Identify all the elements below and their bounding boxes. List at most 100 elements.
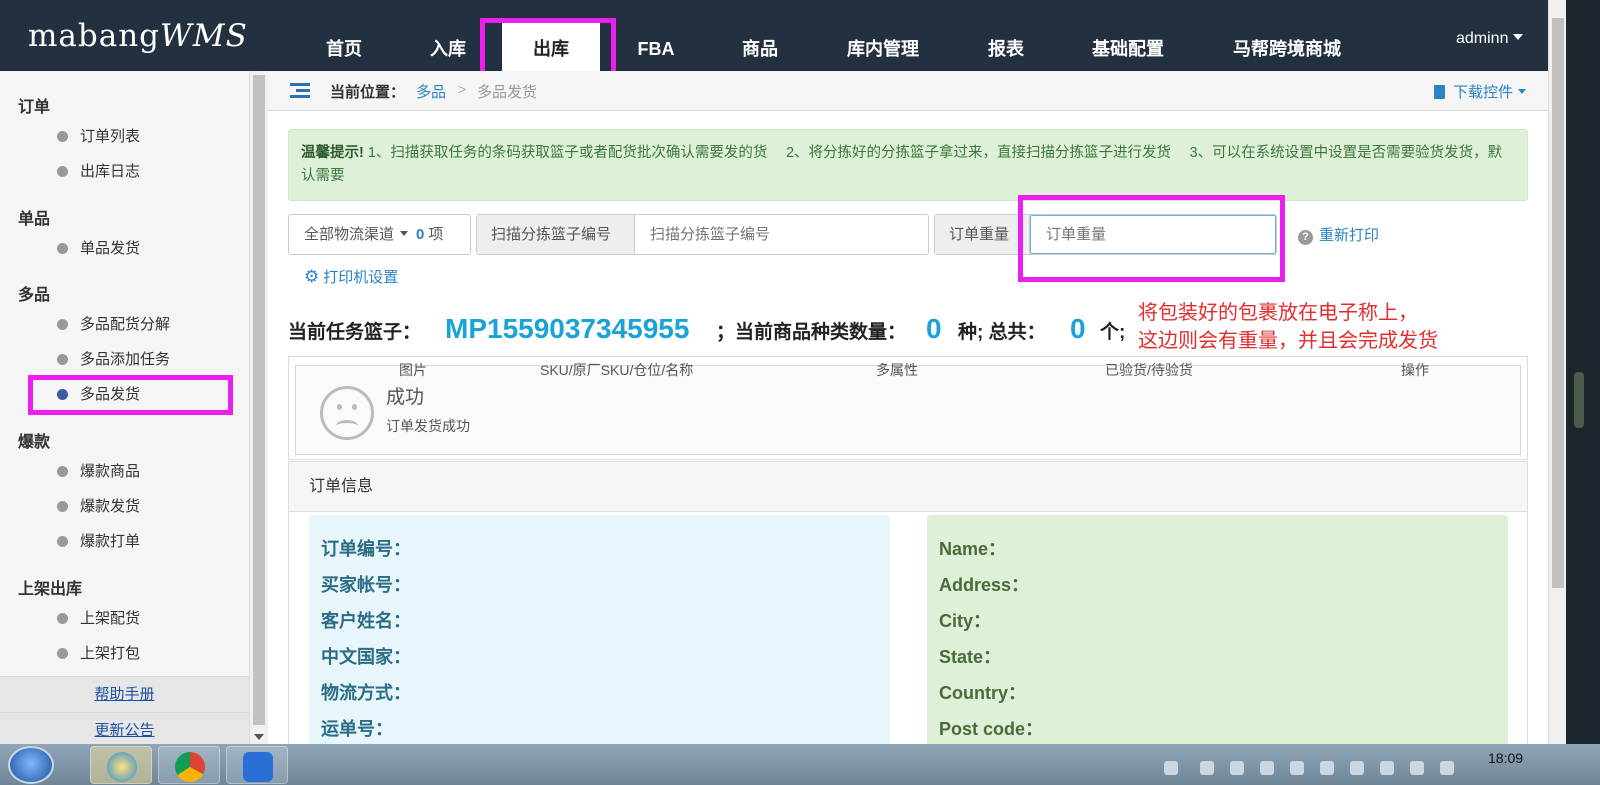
field-name: Name： (939, 539, 1007, 559)
sidebar-item-shelf-pick[interactable]: 上架配货 (0, 601, 249, 636)
tip-text: 1、扫描获取任务的条码获取篮子或者配货批次确认需要发的货 2、将分拣好的分拣篮子… (301, 145, 1503, 184)
task-total-value: 0 (1070, 313, 1086, 344)
logistics-channel-select[interactable]: 全部物流渠道 0 项 (288, 214, 471, 255)
start-button-icon[interactable] (8, 746, 54, 784)
page-scrollbar[interactable] (1548, 0, 1566, 744)
order-info-panel: 订单信息 订单编号： 买家帐号： 客户姓名： 中文国家： 物流方式： 运单号： … (288, 461, 1528, 745)
main-content: 当前位置： 多品 > 多品发货 下载控件 温馨提示! 1、扫描获取任务的条码获取… (268, 71, 1548, 745)
nav-mall[interactable]: 马帮跨境商城 (1212, 0, 1362, 71)
task-basket-label: 当前任务篮子： (288, 322, 422, 343)
file-download-icon (1434, 85, 1445, 99)
order-info-left: 订单编号： 买家帐号： 客户姓名： 中文国家： 物流方式： 运单号： (309, 515, 890, 745)
sidebar-item-hot-print[interactable]: 爆款打单 (0, 524, 249, 559)
help-manual-link[interactable]: 帮助手册 (0, 676, 249, 712)
col-actions: 操作 (1401, 362, 1429, 378)
sidebar-item-outbound-log[interactable]: 出库日志 (0, 154, 249, 189)
taskbar-app-browser[interactable] (90, 746, 152, 784)
sidebar-section-multi[interactable]: 多品 (18, 281, 50, 305)
nav-inbound[interactable]: 入库 (410, 0, 486, 71)
tray-icon[interactable] (1260, 761, 1274, 775)
tray-icon[interactable] (1290, 761, 1304, 775)
sidebar-item-multi-add-task[interactable]: 多品添加任务 (0, 342, 249, 377)
taskbar-app-other[interactable] (226, 746, 288, 784)
breadcrumb-current: 多品发货 (477, 84, 538, 101)
download-control-dropdown[interactable]: 下载控件 (1434, 81, 1527, 102)
order-weight-input[interactable] (1030, 215, 1276, 254)
nav-home[interactable]: 首页 (306, 0, 382, 71)
bullet-icon (57, 648, 68, 659)
order-weight-group: 订单重量 (934, 214, 1277, 255)
basket-scan-input[interactable] (635, 215, 927, 254)
sidebar-section-shelf[interactable]: 上架出库 (18, 575, 82, 599)
printer-settings-button[interactable]: ⚙ 打印机设置 (304, 266, 398, 287)
sidebar-item-hot-ship[interactable]: 爆款发货 (0, 489, 249, 524)
top-navbar: mabangWMS 首页 入库 出库 FBA 商品 库内管理 报表 基础配置 马… (0, 0, 1566, 71)
scrollbar-thumb[interactable] (1552, 18, 1564, 588)
breadcrumb-separator: > (458, 81, 467, 97)
field-customer-name: 客户姓名： (321, 611, 411, 631)
scroll-down-icon[interactable] (254, 734, 264, 740)
sidebar-item-multi-ship[interactable]: 多品发货 (0, 377, 249, 412)
nav-warehouse[interactable]: 库内管理 (830, 0, 936, 71)
reprint-button[interactable]: ? 重新打印 (1298, 224, 1379, 245)
field-address: Address： (939, 575, 1030, 595)
tip-title: 温馨提示! (301, 145, 364, 161)
col-sku: SKU/原厂SKU/仓位/名称 (540, 362, 694, 378)
tray-icon[interactable] (1164, 761, 1178, 775)
sidebar-item-order-list[interactable]: 订单列表 (0, 119, 249, 154)
menu-toggle-icon[interactable] (290, 83, 310, 99)
basket-scan-group: 扫描分拣篮子编号 (476, 214, 929, 255)
col-image: 图片 (399, 362, 427, 378)
bullet-icon (57, 466, 68, 477)
sidebar-item-multi-split[interactable]: 多品配货分解 (0, 307, 249, 342)
scrollbar-thumb[interactable] (253, 75, 265, 725)
col-attributes: 多属性 (876, 362, 918, 378)
items-table: 成功 订单发货成功 图片 SKU/原厂SKU/仓位/名称 多属性 已验货/待验货… (288, 356, 1528, 460)
sidebar-section-hot[interactable]: 爆款 (18, 428, 50, 452)
user-menu[interactable]: adminn (1456, 30, 1524, 48)
tip-alert: 温馨提示! 1、扫描获取任务的条码获取篮子或者配货批次确认需要发的货 2、将分拣… (288, 129, 1528, 201)
side-handle[interactable] (1574, 372, 1584, 428)
update-notice-link[interactable]: 更新公告 (0, 712, 249, 748)
network-icon[interactable] (1350, 761, 1364, 775)
breadcrumb-link-multi[interactable]: 多品 (416, 81, 446, 102)
nav-outbound[interactable]: 出库 (502, 22, 600, 71)
sidebar-item-single-ship[interactable]: 单品发货 (0, 231, 249, 266)
nav-settings[interactable]: 基础配置 (1076, 0, 1180, 71)
volume-icon[interactable] (1320, 761, 1334, 775)
tray-icon[interactable] (1230, 761, 1244, 775)
red-annotation: 将包装好的包裹放在电子称上， 这边则会有重量，并且会完成发货 (1138, 300, 1438, 352)
field-tracking-no: 运单号： (321, 719, 393, 739)
chevron-down-icon (1513, 34, 1524, 40)
taskbar-clock[interactable]: 18:09 (1488, 750, 1523, 766)
tray-icon[interactable] (1440, 761, 1454, 775)
field-order-no: 订单编号： (321, 539, 411, 559)
tray-icon[interactable] (1200, 761, 1214, 775)
field-state: State： (939, 647, 1002, 667)
sidebar-section-single[interactable]: 单品 (18, 205, 50, 229)
bullet-icon (57, 131, 68, 142)
field-city: City： (939, 611, 992, 631)
status-title: 成功 (386, 387, 425, 408)
field-post-code: Post code： (939, 719, 1044, 739)
bluetooth-icon[interactable] (1380, 761, 1394, 775)
sidebar-section-orders[interactable]: 订单 (18, 93, 50, 117)
sidebar: 订单 订单列表 出库日志 单品 单品发货 多品 多品配货分解 多品添加任务 多品… (0, 71, 249, 748)
order-info-right: Name： Address： City： State： Country： Pos… (927, 515, 1508, 745)
order-weight-addon: 订单重量 (935, 215, 1030, 254)
breadcrumb-bar: 当前位置： 多品 > 多品发货 下载控件 (268, 71, 1548, 111)
taskbar-app-chrome[interactable] (158, 746, 220, 784)
tray-icon[interactable] (1410, 761, 1424, 775)
field-shipping-method: 物流方式： (321, 683, 411, 703)
app-logo[interactable]: mabangWMS (28, 18, 248, 54)
sad-face-icon (320, 386, 374, 440)
nav-products[interactable]: 商品 (722, 0, 798, 71)
breadcrumb-label: 当前位置： (330, 84, 406, 101)
sidebar-scrollbar[interactable] (249, 71, 268, 744)
nav-reports[interactable]: 报表 (968, 0, 1044, 71)
task-types-value: 0 (926, 313, 942, 344)
sidebar-item-hot-products[interactable]: 爆款商品 (0, 454, 249, 489)
nav-fba[interactable]: FBA (620, 0, 692, 71)
sidebar-item-shelf-pack[interactable]: 上架打包 (0, 636, 249, 671)
channel-count: 0 (416, 226, 425, 243)
